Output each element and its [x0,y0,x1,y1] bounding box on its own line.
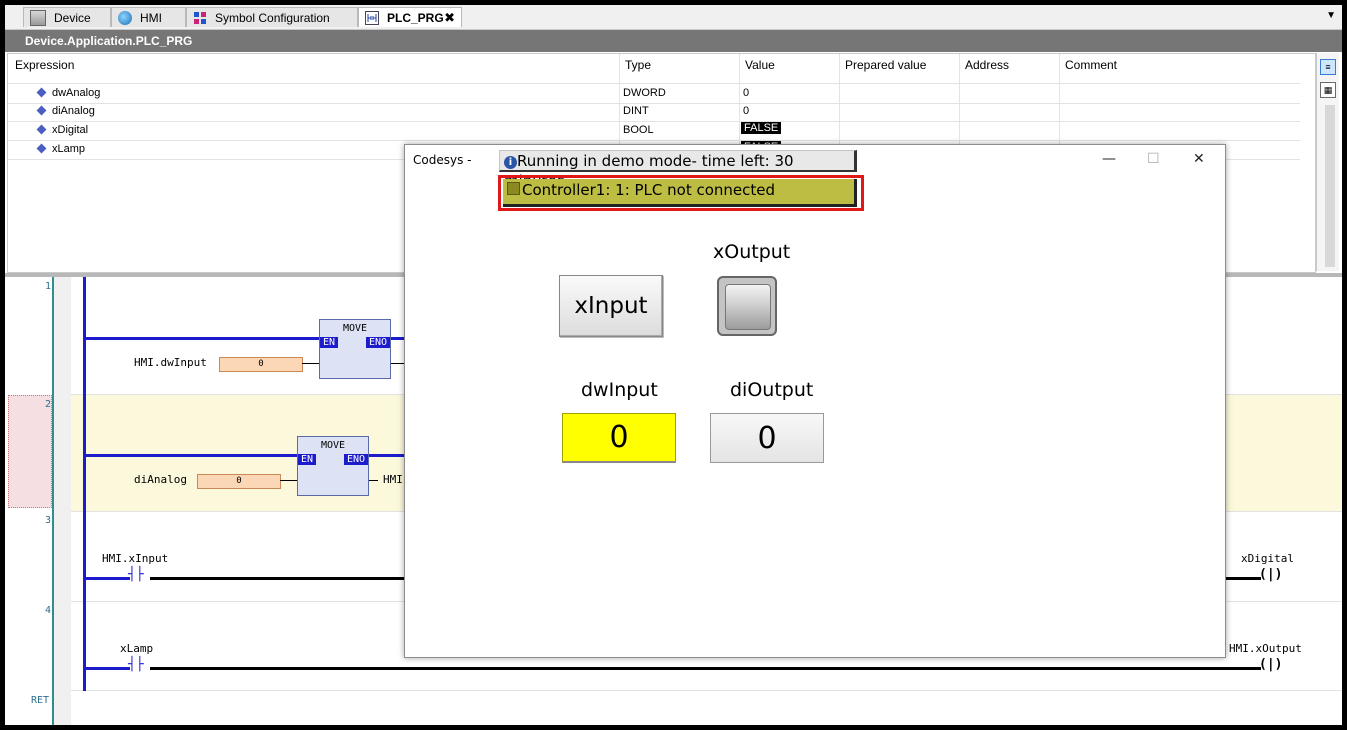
move-block[interactable]: MOVE EN ENO [297,436,369,496]
column-header-value[interactable]: Value [745,58,775,72]
lamp-label: xOutput [713,241,791,263]
return-label: RET [31,695,50,706]
window-title: Codesys - [413,153,472,167]
variable-icon [36,87,47,98]
tab-label: Device [54,10,91,25]
tab-list-dropdown-icon[interactable]: ▼ [1326,10,1336,21]
table-row[interactable]: xDigital BOOL FALSE [8,121,1300,141]
dwinput-label: dwInput [581,379,658,401]
tab-label: PLC_PRG [387,10,444,25]
contact-icon[interactable]: ┤├ [128,567,144,582]
tab-label: HMI [140,10,162,25]
tab-hmi[interactable]: HMI [111,7,186,27]
variable-icon [36,143,47,154]
xoutput-lamp [717,276,777,336]
column-header-comment[interactable]: Comment [1065,58,1117,72]
watch-view-toolbar: ≡ ▦ [1316,53,1339,271]
controller-status-banner: Controller1: 1: PLC not connected [503,179,857,207]
tab-device[interactable]: Device [23,7,111,27]
network-selection-marker [8,395,52,508]
coil-icon[interactable]: (|) [1259,567,1282,582]
column-header-expression[interactable]: Expression [15,58,74,72]
online-value-box: 0 [197,474,281,489]
contact-label[interactable]: xLamp [120,642,153,655]
move-block[interactable]: MOVE EN ENO [319,319,391,379]
column-header-prepared-value[interactable]: Prepared value [845,58,926,72]
network-number: 4 [45,605,52,616]
input-variable[interactable]: HMI.dwInput [134,356,207,369]
output-variable[interactable]: HMI [383,473,403,486]
vertical-scrollbar[interactable] [1325,105,1335,267]
hmi-window[interactable]: Codesys - — ☐ ✕ i Running in demo mode- t… [404,144,1226,658]
table-row[interactable]: dwAnalog DWORD 0 [8,83,1300,104]
editor-tab-bar: Device HMI Symbol Configuration PLC_PRG … [5,5,1342,30]
coil-icon[interactable]: (|) [1259,657,1282,672]
table-row[interactable]: diAnalog DINT 0 [8,102,1300,122]
close-button[interactable]: ✕ [1193,151,1205,167]
info-icon: i [504,156,517,169]
close-tab-icon[interactable]: ✖ [444,10,455,26]
contact-label[interactable]: HMI.xInput [102,552,168,565]
xinput-button[interactable]: xInput [559,275,663,337]
dioutput-display: 0 [710,413,824,463]
enable-wire [86,454,297,457]
list-view-icon[interactable]: ≡ [1320,59,1336,75]
enable-wire [86,337,319,340]
plc-program-icon [365,10,379,25]
warning-icon [507,182,520,195]
tab-label: Symbol Configuration [215,10,330,25]
contact-icon[interactable]: ┤├ [128,657,144,672]
editor-path-header: Device.Application.PLC_PRG [5,30,1342,52]
tab-plc-prg[interactable]: PLC_PRG ✖ [358,7,462,27]
network-number: 1 [45,281,52,292]
dioutput-label: diOutput [730,379,814,401]
network-number: 3 [45,515,52,526]
maximize-button[interactable]: ☐ [1147,151,1160,167]
symbol-config-icon [193,11,207,25]
dwinput-field[interactable]: 0 [562,413,676,463]
coil-label[interactable]: xDigital [1241,552,1294,565]
minimize-button[interactable]: — [1102,151,1116,167]
coil-label[interactable]: HMI.xOutput [1229,642,1302,655]
demo-mode-banner: iRunning in demo mode- time left: 30 min… [499,150,857,190]
codesys-editor: Device HMI Symbol Configuration PLC_PRG … [5,5,1342,725]
globe-icon [118,10,132,25]
network-number: 2 [45,399,52,410]
column-header-address[interactable]: Address [965,58,1009,72]
variable-icon [36,124,47,135]
online-value-box: 0 [219,357,303,372]
input-variable[interactable]: diAnalog [134,473,187,486]
grid-view-icon[interactable]: ▦ [1320,82,1336,98]
column-header-type[interactable]: Type [625,58,651,72]
variable-icon [36,105,47,116]
alert-highlight-frame: Controller1: 1: PLC not connected [498,175,864,211]
tab-symbol-configuration[interactable]: Symbol Configuration [186,7,358,27]
device-icon [30,9,46,26]
